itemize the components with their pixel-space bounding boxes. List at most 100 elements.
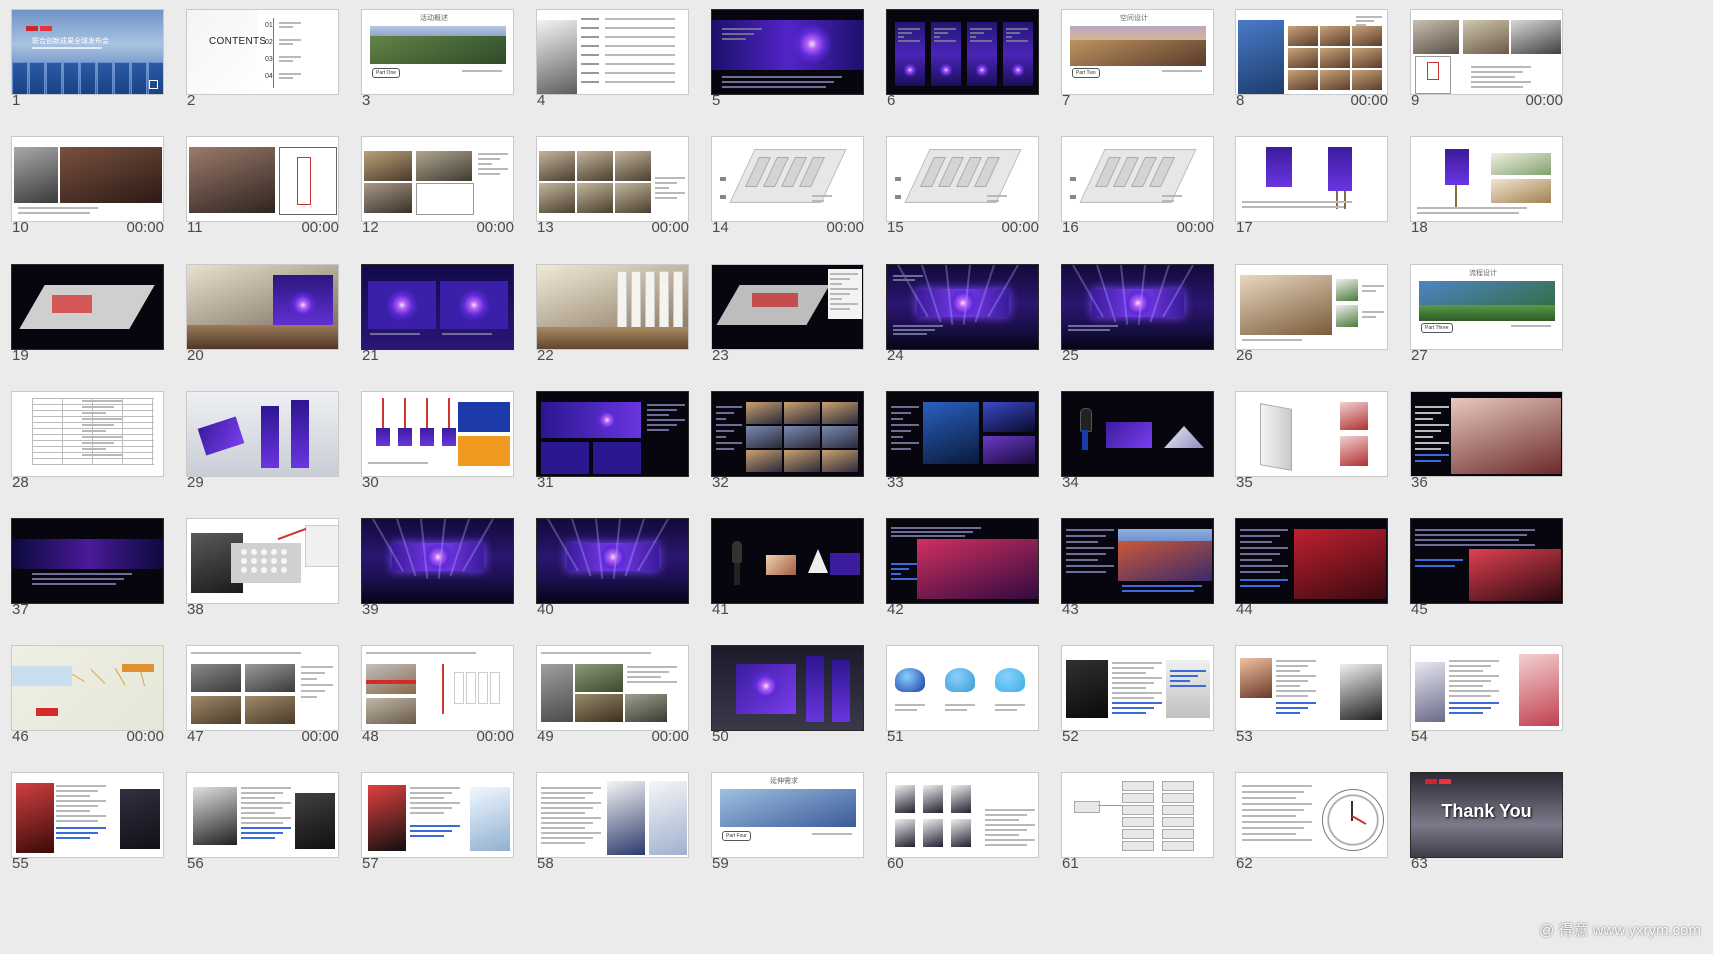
slide-thumbnail-7[interactable]: 空间设计 Part Two	[1061, 9, 1214, 95]
text-line	[1240, 547, 1288, 549]
slide-thumbnail-27[interactable]: 流程设计 Part Three	[1410, 264, 1563, 350]
slide-thumbnail-48[interactable]	[361, 645, 514, 731]
slide-thumbnail-42[interactable]	[886, 518, 1039, 604]
slide-thumbnail-37[interactable]	[11, 518, 164, 604]
slide-thumbnail-60[interactable]	[886, 772, 1039, 858]
slide-thumbnail-12[interactable]	[361, 136, 514, 222]
slide-thumbnail-31[interactable]	[536, 391, 689, 477]
text-line	[945, 709, 967, 711]
text-line	[541, 797, 585, 799]
slide-thumbnail-59[interactable]: 延伸需求 Part Four	[711, 772, 864, 858]
slide-thumbnail-21[interactable]	[361, 264, 514, 350]
text-line	[82, 412, 106, 414]
thumb-graphic	[442, 428, 456, 446]
text-line	[934, 28, 956, 30]
text-line	[812, 833, 852, 835]
slide-thumbnail-52[interactable]	[1061, 645, 1214, 731]
slide-thumbnail-3[interactable]: 活动概述 Part One	[361, 9, 514, 95]
slide-thumbnail-57[interactable]	[361, 772, 514, 858]
slide-thumbnail-10[interactable]	[11, 136, 164, 222]
slide-thumbnail-53[interactable]	[1235, 645, 1388, 731]
play-icon[interactable]	[149, 80, 158, 89]
slide-thumbnail-6[interactable]	[886, 9, 1039, 95]
slide-thumbnail-41[interactable]	[711, 518, 864, 604]
slide-thumbnail-18[interactable]	[1410, 136, 1563, 222]
slide-thumbnail-16[interactable]	[1061, 136, 1214, 222]
slide-heading: 空间设计	[1120, 15, 1148, 22]
slide-thumbnail-23[interactable]	[711, 264, 864, 350]
thumb-graphic	[366, 698, 416, 724]
text-line	[716, 436, 726, 438]
slide-thumbnail-28[interactable]	[11, 391, 164, 477]
text-line	[891, 578, 917, 580]
slide-thumbnail-62[interactable]	[1235, 772, 1388, 858]
slide-timing: 00:00	[651, 728, 689, 745]
slide-thumbnail-51[interactable]	[886, 645, 1039, 731]
thumb-graphic	[1463, 20, 1509, 54]
text-line	[605, 81, 675, 83]
slide-thumbnail-2[interactable]: CONTENTS 01 02 03 04	[186, 9, 339, 95]
slide-thumbnail-32[interactable]	[711, 391, 864, 477]
slide-thumbnail-55[interactable]	[11, 772, 164, 858]
slide-thumbnail-56[interactable]	[186, 772, 339, 858]
slide-thumbnail-30[interactable]	[361, 391, 514, 477]
thumb-graphic	[271, 558, 277, 564]
slide-thumbnail-14[interactable]	[711, 136, 864, 222]
slide-thumbnail-45[interactable]	[1410, 518, 1563, 604]
text-line	[995, 709, 1017, 711]
slide-timing: 00:00	[476, 219, 514, 236]
slide-thumbnail-36[interactable]	[1410, 391, 1563, 477]
slide-thumbnail-9[interactable]	[1410, 9, 1563, 95]
slide-thumbnail-47[interactable]	[186, 645, 339, 731]
slide-thumbnail-54[interactable]	[1410, 645, 1563, 731]
slide-thumbnail-24[interactable]	[886, 264, 1039, 350]
slide-thumbnail-29[interactable]	[186, 391, 339, 477]
slide-thumbnail-5[interactable]	[711, 9, 864, 95]
slide-number: 13	[537, 219, 554, 236]
slide-thumbnail-46[interactable]	[11, 645, 164, 731]
slide-thumbnail-20[interactable]	[186, 264, 339, 350]
slide-number: 8	[1236, 92, 1245, 109]
slide-thumbnail-1[interactable]: 联合创新成果全球发布会	[11, 9, 164, 95]
text-line	[716, 430, 734, 432]
slide-thumbnail-40[interactable]	[536, 518, 689, 604]
slide-thumbnail-35[interactable]	[1235, 391, 1388, 477]
text-line	[605, 45, 675, 47]
thumb-graphic	[752, 293, 798, 307]
text-line	[934, 32, 948, 34]
slide-number: 19	[12, 347, 29, 364]
thumb-graphic	[1340, 402, 1368, 430]
slide-thumbnail-15[interactable]	[886, 136, 1039, 222]
text-line	[301, 678, 317, 680]
thumb-graphic	[581, 36, 599, 38]
slide-thumbnail-43[interactable]	[1061, 518, 1214, 604]
text-line	[647, 419, 685, 421]
slide-thumbnail-38[interactable]	[186, 518, 339, 604]
slide-thumbnail-19[interactable]	[11, 264, 164, 350]
slide-thumbnail-26[interactable]	[1235, 264, 1388, 350]
slide-thumbnail-11[interactable]	[186, 136, 339, 222]
slide-thumbnail-22[interactable]	[536, 264, 689, 350]
slide-thumbnail-63[interactable]: Thank You	[1410, 772, 1563, 858]
slide-timing: 00:00	[651, 219, 689, 236]
text-line	[1415, 565, 1455, 567]
thumb-graphic	[1491, 179, 1551, 203]
text-line	[1417, 212, 1519, 214]
slide-thumbnail-4[interactable]	[536, 9, 689, 95]
slide-thumbnail-25[interactable]	[1061, 264, 1214, 350]
thumb-graphic	[370, 26, 506, 36]
slide-thumbnail-17[interactable]	[1235, 136, 1388, 222]
slide-thumbnail-61[interactable]	[1061, 772, 1214, 858]
slide-thumbnail-34[interactable]	[1061, 391, 1214, 477]
slide-thumbnail-49[interactable]	[536, 645, 689, 731]
slide-thumbnail-50[interactable]	[711, 645, 864, 731]
slide-thumbnail-13[interactable]	[536, 136, 689, 222]
slide-thumbnail-58[interactable]	[536, 772, 689, 858]
part-label: Part Two	[1072, 68, 1100, 78]
slide-thumbnail-8[interactable]	[1235, 9, 1388, 95]
slide-thumbnail-33[interactable]	[886, 391, 1039, 477]
thumb-graphic	[32, 464, 154, 465]
slide-thumbnail-39[interactable]	[361, 518, 514, 604]
slide-thumbnail-44[interactable]	[1235, 518, 1388, 604]
slide-heading: 流程设计	[1469, 270, 1497, 277]
